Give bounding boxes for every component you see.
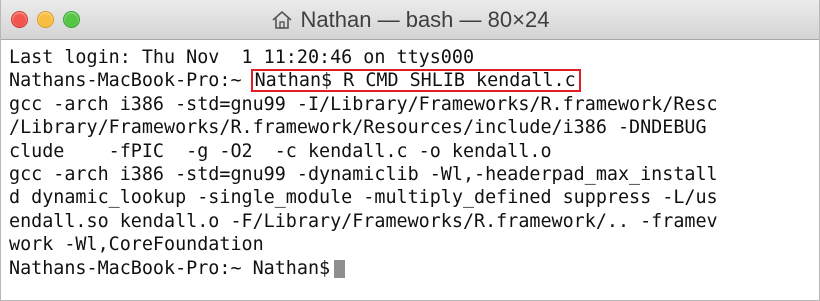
shell-prompt: Nathans-MacBook-Pro:~ Nathan$	[9, 257, 331, 279]
terminal-line: d dynamic_lookup -single_module -multipl…	[9, 187, 718, 209]
home-icon	[271, 10, 293, 30]
terminal-output[interactable]: Last login: Thu Nov 1 11:20:46 on ttys00…	[9, 46, 819, 300]
terminal-line: /Library/Frameworks/R.framework/Resource…	[9, 117, 707, 139]
title-bar[interactable]: Nathan — bash — 80×24	[1, 0, 819, 40]
terminal-line: work -Wl,CoreFoundation	[9, 234, 264, 256]
terminal-line: gcc -arch i386 -std=gnu99 -I/Library/Fra…	[9, 93, 718, 115]
shell-prompt: Nathans-MacBook-Pro:~	[9, 70, 253, 92]
highlighted-command: Nathan$ R CMD SHLIB kendall.c	[250, 69, 581, 93]
terminal-line: clude -fPIC -g -O2 -c kendall.c -o kenda…	[9, 140, 552, 162]
command-line: Nathans-MacBook-Pro:~ Nathan$ R CMD SHLI…	[9, 69, 819, 93]
window-title: Nathan — bash — 80×24	[300, 7, 550, 32]
terminal-line: Last login: Thu Nov 1 11:20:46 on ttys00…	[9, 47, 475, 68]
terminal-window: Nathan — bash — 80×24 Last login: Thu No…	[0, 0, 820, 301]
final-prompt-line[interactable]: Nathans-MacBook-Pro:~ Nathan$	[9, 257, 819, 280]
terminal-line: endall.so kendall.o -F/Library/Framework…	[9, 210, 718, 232]
text-cursor	[334, 259, 346, 278]
terminal-line: gcc -arch i386 -std=gnu99 -dynamiclib -W…	[9, 163, 718, 185]
window-title-group: Nathan — bash — 80×24	[1, 0, 819, 40]
